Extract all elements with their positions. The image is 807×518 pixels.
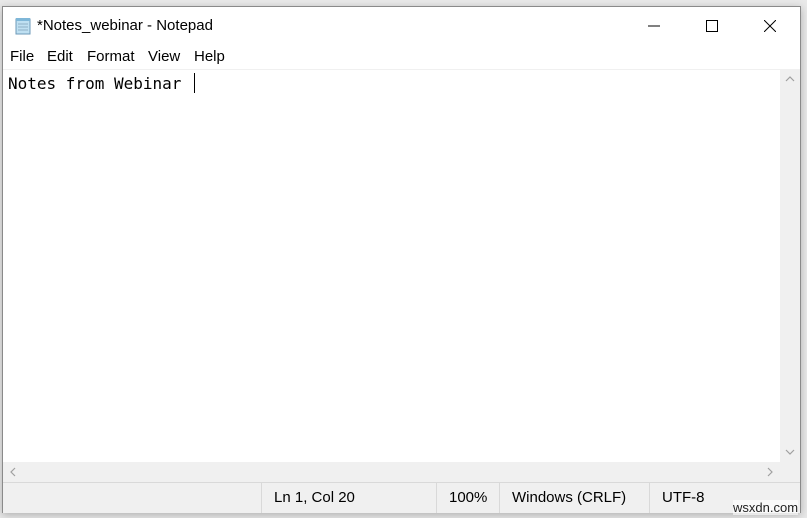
editor-content[interactable]: Notes from Webinar <box>8 73 196 93</box>
editor-text: Notes from Webinar <box>8 74 192 93</box>
text-editor[interactable]: Notes from Webinar <box>3 69 780 463</box>
menu-help[interactable]: Help <box>194 48 225 65</box>
chevron-up-icon <box>785 76 795 82</box>
close-button[interactable] <box>741 7 799 44</box>
chevron-right-icon <box>767 467 773 477</box>
scroll-right-button[interactable] <box>760 462 780 482</box>
scroll-left-button[interactable] <box>3 462 23 482</box>
cursor-position: Ln 1, Col 20 <box>261 483 436 513</box>
menu-file[interactable]: File <box>10 48 34 65</box>
menu-view[interactable]: View <box>148 48 180 65</box>
menu-format[interactable]: Format <box>87 48 135 65</box>
text-caret <box>194 73 196 93</box>
notepad-window: *Notes_webinar - Notepad File Edit Forma… <box>2 6 801 513</box>
horizontal-scrollbar[interactable] <box>3 462 780 482</box>
zoom-level: 100% <box>436 483 499 513</box>
window-title: *Notes_webinar - Notepad <box>37 17 213 34</box>
status-bar: Ln 1, Col 20 100% Windows (CRLF) UTF-8 <box>3 482 800 513</box>
scrollbar-corner <box>780 462 800 482</box>
minimize-icon <box>648 25 660 26</box>
chevron-down-icon <box>785 449 795 455</box>
menu-edit[interactable]: Edit <box>47 48 73 65</box>
close-icon <box>764 19 776 32</box>
vertical-scrollbar[interactable] <box>780 69 800 462</box>
maximize-button[interactable] <box>683 7 741 44</box>
title-bar[interactable]: *Notes_webinar - Notepad <box>3 7 800 44</box>
chevron-left-icon <box>10 467 16 477</box>
maximize-icon <box>706 19 718 32</box>
notepad-icon <box>15 18 31 35</box>
line-ending: Windows (CRLF) <box>499 483 649 513</box>
scroll-up-button[interactable] <box>780 69 800 89</box>
watermark: wsxdn.com <box>733 500 799 515</box>
scroll-down-button[interactable] <box>780 442 800 462</box>
menu-bar: File Edit Format View Help <box>3 45 800 69</box>
minimize-button[interactable] <box>625 7 683 44</box>
